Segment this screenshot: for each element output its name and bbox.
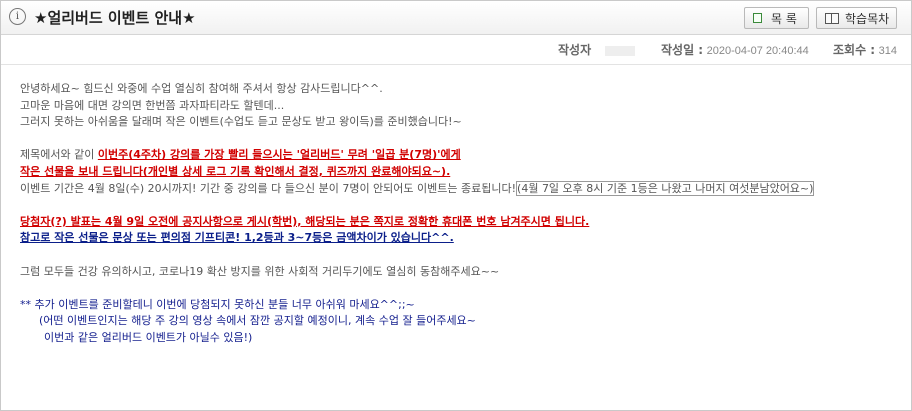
list-icon: [753, 13, 762, 23]
header-divider: [1, 64, 911, 65]
writer-name-redacted: [605, 46, 636, 56]
period-note: (4월 7일 오후 8시 기준 1등은 나왔고 나머지 여섯분남았어요~): [516, 180, 815, 196]
gift-line: 작은 선물을 보내 드립니다(개인별 상세 로그 기록 확인해서 결정, 퀴즈까…: [20, 164, 451, 178]
date-meta: 작성일 : 2020-04-07 20:40:44: [661, 41, 809, 58]
date-value: 2020-04-07 20:40:44: [706, 45, 809, 57]
info-icon: i: [9, 8, 26, 25]
event-detail-highlight: 이번주(4주차) 강의를 가장 빨리 들으시는 '얼리버드' 무려 '일곱 분(…: [97, 148, 461, 162]
post-view: i ★얼리버드 이벤트 안내★ 목 록 학습목차 작성자 작성일 : 2020-…: [0, 0, 912, 411]
thanks-line: 고마운 마음에 대면 강의면 한번쯤 과자파티라도 할텐데...: [20, 98, 285, 112]
prize-line: 참고로 작은 선물은 문상 또는 편의점 기프티콘! 1,2등과 3~7등은 금…: [20, 231, 454, 245]
closing-line: 그럼 모두들 건강 유의하시고, 코로나19 확산 방지를 위한 사회적 거리두…: [20, 264, 500, 278]
list-button[interactable]: 목 록: [744, 7, 809, 29]
list-button-label: 목 록: [771, 12, 797, 26]
book-icon: [825, 13, 839, 24]
post-title: ★얼리버드 이벤트 안내★: [34, 9, 196, 27]
post-header: i ★얼리버드 이벤트 안내★ 목 록 학습목차: [1, 1, 911, 35]
greeting-line: 안녕하세요~ 힘드신 와중에 수업 열심히 참여해 주셔서 항상 감사드립니다^…: [20, 82, 383, 95]
views-meta: 조회수 : 314: [833, 41, 897, 58]
extra-event-line: ** 추가 이벤트를 준비할테니 이번에 당첨되지 못하신 분들 너무 아쉬워 …: [20, 297, 415, 311]
period-line: 이벤트 기간은 4월 8일(수) 20시까지! 기간 중 강의를 다 들으신 분…: [20, 180, 815, 198]
post-body: 안녕하세요~ 힘드신 와중에 수업 열심히 참여해 주셔서 항상 감사드립니다^…: [20, 81, 815, 347]
writer-meta: 작성자: [558, 41, 636, 58]
event-detail-prefix: 제목에서와 같이: [20, 148, 98, 162]
extra-event-note-1: (어떤 이벤트인지는 해당 주 강의 영상 속에서 잠깐 공지할 예정이니, 계…: [39, 314, 476, 328]
event-detail-line: 제목에서와 같이 이번주(4주차) 강의를 가장 빨리 들으시는 '얼리버드' …: [20, 147, 814, 164]
extra-event-note-2: 이번과 같은 얼리버드 이벤트가 아닐수 있음!): [44, 330, 253, 344]
course-contents-label: 학습목차: [845, 12, 890, 26]
date-label: 작성일 :: [661, 43, 704, 57]
writer-label: 작성자: [558, 43, 592, 57]
views-value: 314: [878, 45, 897, 57]
announcement-line: 당첨자(?) 발표는 4월 9일 오전에 공지사항으로 게시(학번), 해당되는…: [20, 214, 590, 228]
views-label: 조회수 :: [833, 43, 876, 57]
period-text: 이벤트 기간은 4월 8일(수) 20시까지! 기간 중 강의를 다 들으신 분…: [20, 181, 517, 195]
course-contents-button[interactable]: 학습목차: [816, 7, 897, 29]
event-intro-line: 그러지 못하는 아쉬움을 달래며 작은 이벤트(수업도 듣고 문상도 받고 왕이…: [20, 115, 462, 129]
